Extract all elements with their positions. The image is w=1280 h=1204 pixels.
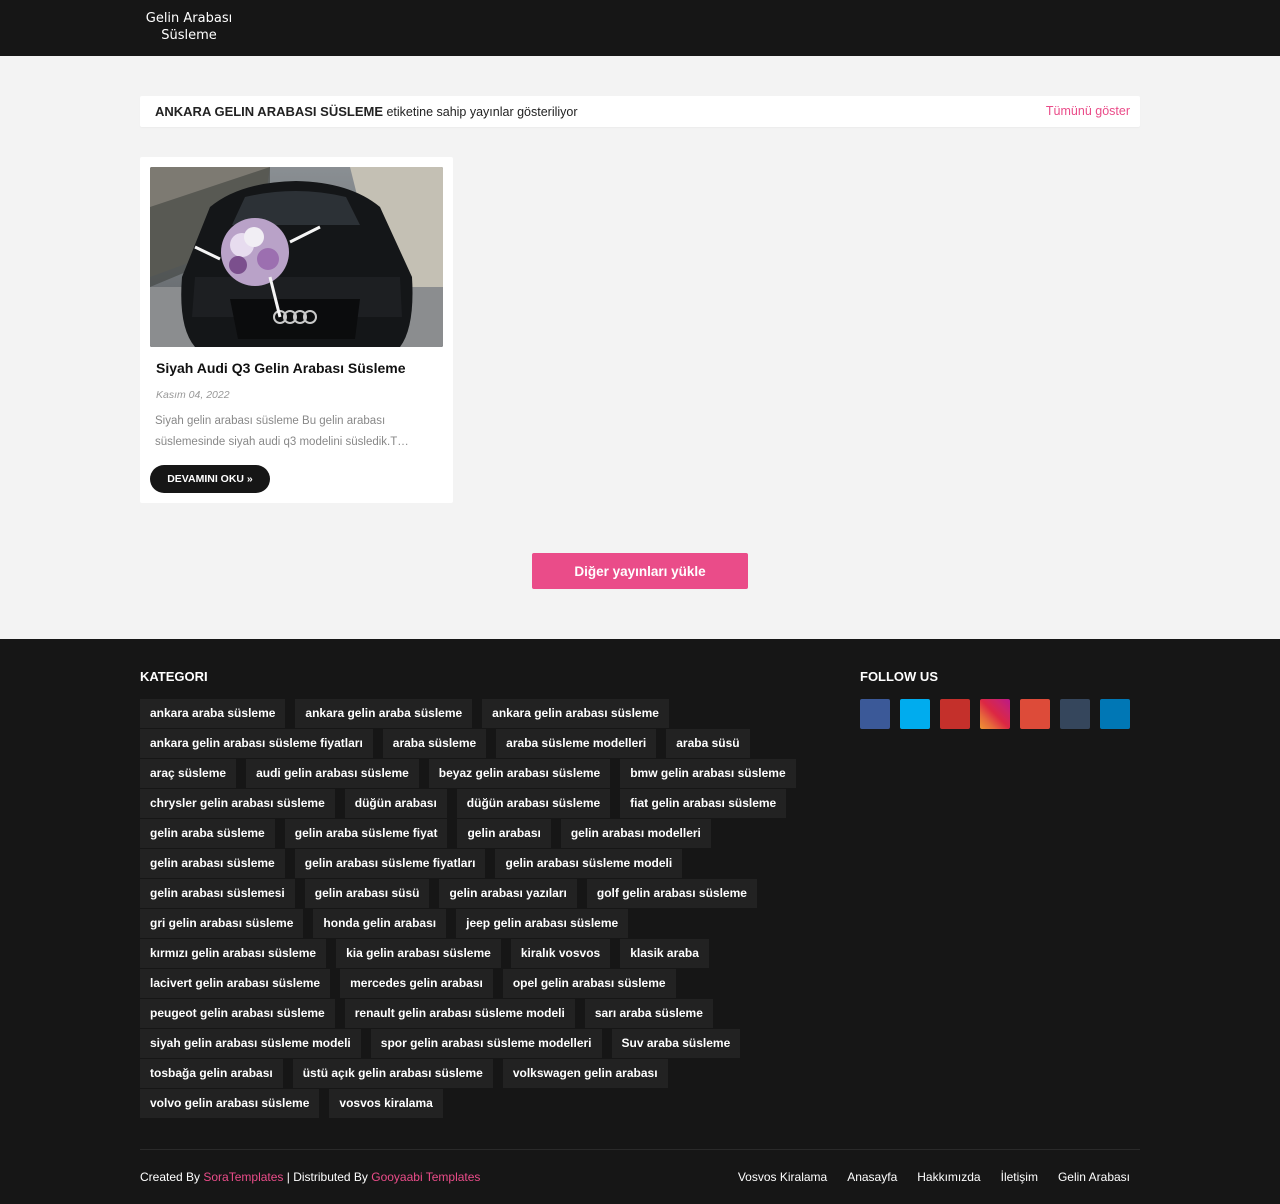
post-thumbnail[interactable]	[150, 167, 443, 347]
show-all-link[interactable]: Tümünü göster	[1046, 104, 1130, 118]
category-tag[interactable]: gelin arabası süsü	[304, 879, 430, 908]
category-tag[interactable]: honda gelin arabası	[313, 909, 447, 938]
category-tag[interactable]: kia gelin arabası süsleme	[336, 939, 501, 968]
category-tag[interactable]: gelin arabası yazıları	[439, 879, 577, 908]
site-footer: KATEGORI ankara araba süsleme ankara geli…	[0, 639, 1280, 1204]
footer-menu: Vosvos Kiralama Anasayfa Hakkımızda İletişi…	[718, 1170, 1130, 1184]
footer-menu-item[interactable]: İletişim	[1001, 1170, 1038, 1184]
category-tag[interactable]: düğün arabası	[344, 789, 447, 818]
category-tag[interactable]: araba süsleme modelleri	[496, 729, 657, 758]
category-tag[interactable]: chrysler gelin arabası süsleme	[140, 789, 335, 818]
category-tag[interactable]: gelin arabası süsleme	[140, 849, 285, 878]
category-tag[interactable]: tosbağa gelin arabası	[140, 1059, 283, 1088]
category-tag[interactable]: fiat gelin arabası süsleme	[620, 789, 787, 818]
category-tag[interactable]: araba süsleme	[382, 729, 487, 758]
footer-divider	[140, 1149, 1140, 1150]
read-more-button[interactable]: DEVAMINI OKU »	[150, 465, 270, 493]
post-date: Kasım 04, 2022	[156, 389, 230, 401]
category-tag[interactable]: bmw gelin arabası süsleme	[620, 759, 796, 788]
category-tag[interactable]: golf gelin arabası süsleme	[586, 879, 757, 908]
instagram-icon[interactable]	[980, 699, 1010, 729]
category-tag[interactable]: gelin arabası süslemesi	[140, 879, 295, 908]
category-tag[interactable]: araba süsü	[666, 729, 750, 758]
category-tag[interactable]: kiralık vosvos	[510, 939, 611, 968]
footer-menu-item[interactable]: Gelin Arabası	[1058, 1170, 1130, 1184]
footer-menu-item[interactable]: Vosvos Kiralama	[738, 1170, 827, 1184]
category-tag[interactable]: gelin arabası süsleme fiyatları	[294, 849, 486, 878]
category-tag[interactable]: ankara araba süsleme	[140, 699, 286, 728]
category-tag[interactable]: vosvos kiralama	[329, 1089, 443, 1118]
footer-menu-item[interactable]: Hakkımızda	[917, 1170, 980, 1184]
category-tag[interactable]: volvo gelin arabası süsleme	[140, 1089, 320, 1118]
facebook-icon[interactable]	[860, 699, 890, 729]
categories-title: KATEGORI	[140, 669, 208, 684]
category-tag[interactable]: lacivert gelin arabası süsleme	[140, 969, 331, 998]
category-tag[interactable]: gelin arabası modelleri	[560, 819, 711, 848]
category-tag[interactable]: opel gelin arabası süsleme	[502, 969, 676, 998]
post-card: Siyah Audi Q3 Gelin Arabası Süsleme Kası…	[140, 157, 453, 503]
category-tag[interactable]: araç süsleme	[140, 759, 237, 788]
category-tag[interactable]: ankara gelin araba süsleme	[295, 699, 473, 728]
category-tag[interactable]: spor gelin arabası süsleme modelleri	[370, 1029, 602, 1058]
category-tag[interactable]: gelin arabası süsleme modeli	[495, 849, 683, 878]
label-suffix: etiketine sahip yayınlar gösteriliyor	[383, 105, 578, 119]
category-tag[interactable]: üstü açık gelin arabası süsleme	[292, 1059, 493, 1088]
load-more-button[interactable]: Diğer yayınları yükle	[532, 553, 748, 589]
category-tag[interactable]: volkswagen gelin arabası	[502, 1059, 668, 1088]
category-tag[interactable]: gelin araba süsleme fiyat	[284, 819, 448, 848]
label-info-text: ANKARA GELIN ARABASI SÜSLEME etiketine s…	[155, 104, 578, 119]
category-tag[interactable]: Suv araba süsleme	[611, 1029, 741, 1058]
linkedin-icon[interactable]	[1100, 699, 1130, 729]
created-by-text: Created By	[140, 1170, 204, 1184]
post-title[interactable]: Siyah Audi Q3 Gelin Arabası Süsleme	[156, 360, 406, 376]
category-tag[interactable]: gri gelin arabası süsleme	[140, 909, 304, 938]
tumblr-icon[interactable]	[1060, 699, 1090, 729]
logo-line-2: Süsleme	[161, 28, 217, 43]
footer-credits: Created By SoraTemplates | Distributed B…	[140, 1170, 480, 1184]
youtube-icon[interactable]	[940, 699, 970, 729]
category-tag[interactable]: ankara gelin arabası süsleme fiyatları	[140, 729, 373, 758]
category-tag[interactable]: jeep gelin arabası süsleme	[456, 909, 629, 938]
category-tag[interactable]: peugeot gelin arabası süsleme	[140, 999, 335, 1028]
category-tag[interactable]: audi gelin arabası süsleme	[246, 759, 419, 788]
google-plus-icon[interactable]	[1020, 699, 1050, 729]
label-name: ANKARA GELIN ARABASI SÜSLEME	[155, 104, 383, 119]
category-tag[interactable]: gelin araba süsleme	[140, 819, 275, 848]
category-tag[interactable]: gelin arabası	[457, 819, 551, 848]
category-tag[interactable]: siyah gelin arabası süsleme modeli	[140, 1029, 361, 1058]
twitter-icon[interactable]	[900, 699, 930, 729]
category-tag[interactable]: kırmızı gelin arabası süsleme	[140, 939, 327, 968]
author-link[interactable]: SoraTemplates	[203, 1170, 283, 1184]
category-tag[interactable]: renault gelin arabası süsleme modeli	[344, 999, 575, 1028]
site-logo[interactable]: Gelin Arabası Süsleme	[143, 10, 235, 44]
category-tag[interactable]: klasik araba	[620, 939, 709, 968]
category-tag[interactable]: sarı araba süsleme	[584, 999, 713, 1028]
social-links	[860, 699, 1140, 729]
category-tag[interactable]: ankara gelin arabası süsleme	[482, 699, 669, 728]
logo-line-1: Gelin Arabası	[145, 11, 233, 26]
footer-menu-item[interactable]: Anasayfa	[847, 1170, 897, 1184]
category-tag[interactable]: beyaz gelin arabası süsleme	[428, 759, 611, 788]
label-info-bar: ANKARA GELIN ARABASI SÜSLEME etiketine s…	[140, 96, 1140, 127]
post-snippet: Siyah gelin arabası süsleme Bu gelin ara…	[155, 415, 409, 448]
category-tag[interactable]: mercedes gelin arabası	[340, 969, 493, 998]
distributor-link[interactable]: Gooyaabi Templates	[371, 1170, 480, 1184]
follow-us-title: FOLLOW US	[860, 669, 938, 684]
car-photo-icon	[150, 167, 443, 347]
distributed-by-text: | Distributed By	[283, 1170, 372, 1184]
category-tag-list: ankara araba süsleme ankara gelin araba s…	[140, 699, 820, 1119]
category-tag[interactable]: düğün arabası süsleme	[456, 789, 611, 818]
site-header: Gelin Arabası Süsleme	[0, 0, 1280, 56]
